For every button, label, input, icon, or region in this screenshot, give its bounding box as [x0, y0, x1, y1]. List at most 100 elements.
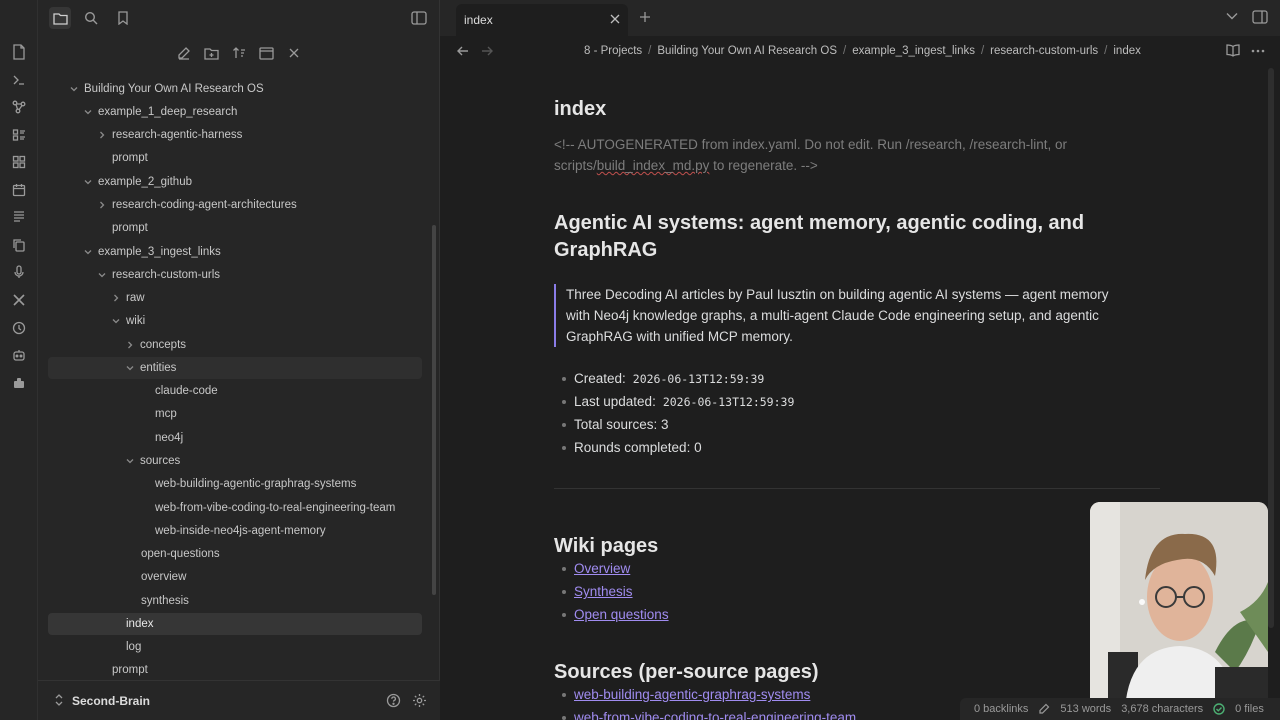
close-tab-icon[interactable] — [610, 14, 620, 24]
tree-file-open-questions[interactable]: open-questions — [141, 543, 220, 565]
chevron-down-icon — [96, 269, 108, 281]
forward-arrow-icon[interactable] — [481, 45, 493, 57]
source-links-list: web-building-agentic-graphrag-systems we… — [554, 683, 856, 720]
tab-list-chevron-icon[interactable] — [1226, 12, 1238, 20]
terminal-icon[interactable] — [9, 70, 29, 90]
tree-folder-research-coding-agent[interactable]: research-coding-agent-architectures — [96, 194, 297, 216]
tree-folder-example-2[interactable]: example_2_github — [82, 171, 192, 193]
tree-file-index[interactable]: index — [48, 613, 422, 635]
robot-icon[interactable] — [9, 345, 29, 365]
chevron-updown-icon[interactable] — [55, 694, 63, 706]
tab-bar: index — [440, 0, 1280, 36]
breadcrumb-item[interactable]: 8 - Projects — [584, 45, 642, 57]
chevron-right-icon — [96, 129, 108, 141]
source-link[interactable]: web-from-vibe-coding-to-real-engineering… — [574, 710, 856, 720]
misspelled-word: build_index_md.py — [596, 158, 710, 173]
note-title[interactable]: index — [554, 98, 606, 121]
chevron-right-icon — [96, 199, 108, 211]
copy-icon[interactable] — [9, 235, 29, 255]
breadcrumb-separator: / — [843, 45, 847, 57]
sidebar-scrollbar[interactable] — [432, 225, 436, 595]
tree-file-overview[interactable]: overview — [141, 566, 186, 588]
sources-heading: Sources (per-source pages) — [554, 661, 819, 683]
breadcrumb-item[interactable]: index — [1113, 45, 1141, 57]
plugin-icon[interactable] — [9, 290, 29, 310]
quote-line: Three Decoding AI articles by Paul Iuszt… — [566, 287, 1109, 302]
help-icon[interactable] — [386, 693, 401, 708]
files-tab-icon[interactable] — [49, 7, 71, 29]
tree-folder-example-1[interactable]: example_1_deep_research — [82, 101, 237, 123]
status-bar: 0 backlinks 513 words 3,678 characters 0… — [960, 698, 1280, 720]
puzzle-icon[interactable] — [9, 373, 29, 393]
source-link[interactable]: web-building-agentic-graphrag-systems — [574, 687, 810, 702]
character-count: 3,678 characters — [1121, 703, 1204, 715]
comment-text: to regenerate. --> — [709, 158, 818, 173]
edit-pencil-icon[interactable] — [1038, 703, 1050, 715]
tree-file-prompt[interactable]: prompt — [112, 217, 148, 239]
tree-file-claude-code[interactable]: claude-code — [155, 380, 218, 402]
backlinks-count[interactable]: 0 backlinks — [974, 703, 1028, 715]
tree-file-synthesis[interactable]: synthesis — [141, 590, 189, 612]
metadata-list: Created: 2026-06-13T12:59:39 Last updated… — [554, 367, 794, 459]
tab-index[interactable]: index — [456, 4, 628, 36]
breadcrumb-item[interactable]: example_3_ingest_links — [852, 45, 975, 57]
breadcrumb-item[interactable]: Building Your Own AI Research OS — [657, 45, 837, 57]
wiki-link-synthesis[interactable]: Synthesis — [574, 584, 633, 599]
breadcrumb-item[interactable]: research-custom-urls — [990, 45, 1098, 57]
graph-view-icon[interactable] — [9, 97, 29, 117]
tree-file-web-neo4js[interactable]: web-inside-neo4js-agent-memory — [155, 520, 326, 542]
tree-folder-wiki[interactable]: wiki — [110, 310, 145, 332]
vault-name[interactable]: Second-Brain — [72, 694, 150, 708]
bookmark-icon[interactable] — [112, 7, 134, 29]
tree-file-web-vibe-coding[interactable]: web-from-vibe-coding-to-real-engineering… — [155, 497, 395, 519]
right-sidebar-toggle-icon[interactable] — [1252, 10, 1268, 24]
wiki-link-open-questions[interactable]: Open questions — [574, 607, 669, 622]
sidebar-header — [38, 0, 440, 35]
tree-folder-concepts[interactable]: concepts — [124, 334, 186, 356]
horizontal-rule — [554, 488, 1160, 489]
chevron-down-icon — [82, 246, 94, 258]
settings-gear-icon[interactable] — [412, 693, 427, 708]
templates-icon[interactable] — [9, 207, 29, 227]
kanban-icon[interactable] — [9, 125, 29, 145]
tree-folder-example-3[interactable]: example_3_ingest_links — [82, 241, 221, 263]
tree-file-log[interactable]: log — [126, 636, 141, 658]
tree-folder-ai-research-os[interactable]: Building Your Own AI Research OS — [68, 78, 428, 100]
new-tab-icon[interactable] — [639, 11, 651, 23]
tree-file-neo4j[interactable]: neo4j — [155, 427, 183, 449]
back-arrow-icon[interactable] — [457, 45, 469, 57]
list-item: Rounds completed: 0 — [554, 436, 794, 459]
reading-view-book-icon[interactable] — [1226, 44, 1240, 57]
tree-file-prompt[interactable]: prompt — [112, 659, 148, 681]
quote-line: with Neo4j knowledge graphs, a multi-age… — [566, 308, 1099, 323]
bullet — [554, 377, 574, 381]
tree-folder-research-agentic-harness[interactable]: research-agentic-harness — [96, 124, 242, 146]
tree-file-mcp[interactable]: mcp — [155, 403, 177, 425]
wiki-link-overview[interactable]: Overview — [574, 561, 630, 576]
tree-folder-research-custom-urls[interactable]: research-custom-urls — [96, 264, 220, 286]
collapse-sidebar-icon[interactable] — [408, 7, 430, 29]
tree-folder-entities[interactable]: entities — [48, 357, 422, 379]
tab-title: index — [464, 13, 493, 27]
open-vault-icon[interactable] — [9, 42, 29, 62]
list-item: Last updated: 2026-06-13T12:59:39 — [554, 390, 794, 413]
chevron-down-icon — [82, 106, 94, 118]
tree-file-web-building[interactable]: web-building-agentic-graphrag-systems — [155, 473, 356, 495]
tree-file-prompt[interactable]: prompt — [112, 147, 148, 169]
canvas-icon[interactable] — [9, 152, 29, 172]
editor-scrollbar[interactable] — [1268, 68, 1274, 628]
clock-icon[interactable] — [9, 318, 29, 338]
file-explorer-sidebar: Building Your Own AI Research OS example… — [38, 0, 440, 720]
wiki-links-list: Overview Synthesis Open questions — [554, 557, 669, 626]
bullet — [554, 716, 574, 720]
tree-folder-sources[interactable]: sources — [124, 450, 180, 472]
tree-folder-raw[interactable]: raw — [110, 287, 145, 309]
autogenerated-comment: <!-- AUTOGENERATED from index.yaml. Do n… — [554, 134, 1114, 176]
calendar-icon[interactable] — [9, 180, 29, 200]
microphone-icon[interactable] — [9, 262, 29, 282]
more-options-icon[interactable] — [1251, 49, 1265, 53]
search-icon[interactable] — [80, 7, 102, 29]
sync-status-icon[interactable] — [1213, 703, 1225, 715]
note-content: index <!-- AUTOGENERATED from index.yaml… — [554, 66, 1164, 720]
chevron-right-icon — [110, 292, 122, 304]
